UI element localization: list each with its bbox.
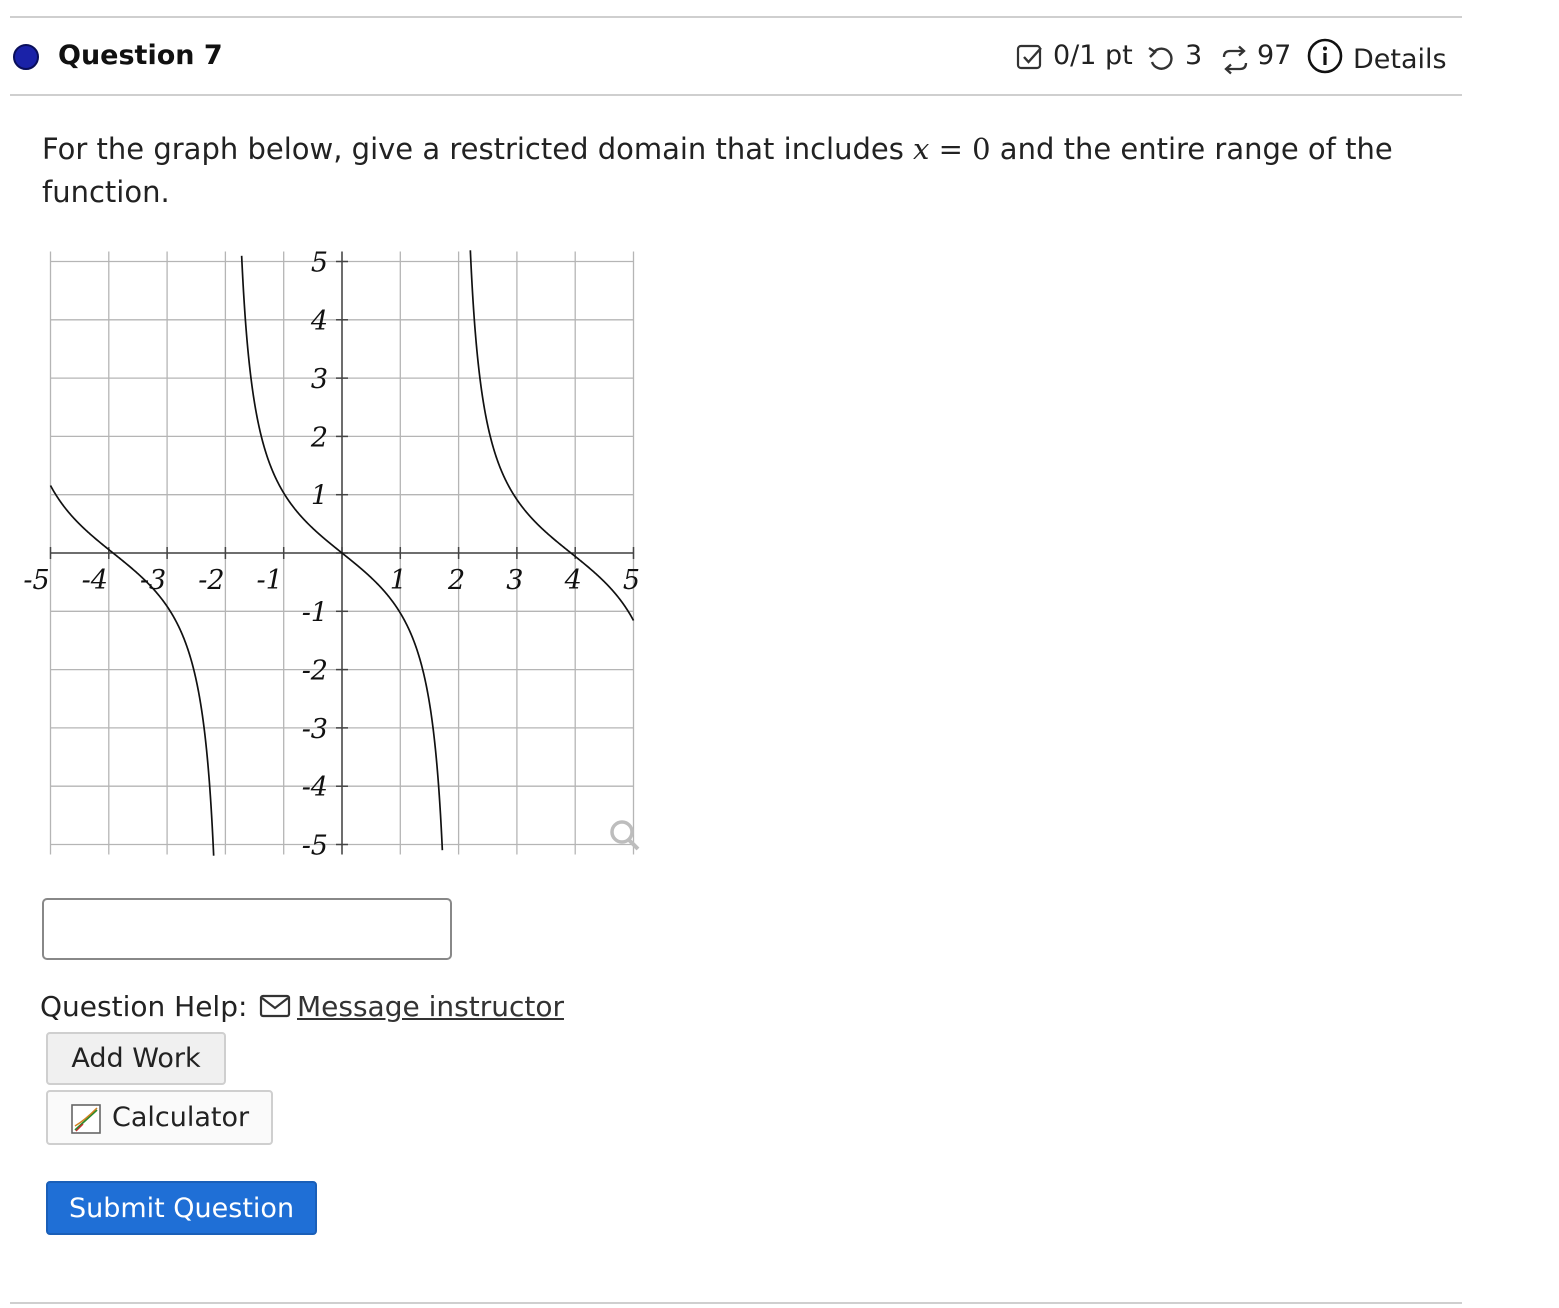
- curve-branch: [469, 250, 635, 621]
- attempts-count: 97: [1257, 40, 1292, 71]
- calculator-graph-icon: [71, 1104, 101, 1134]
- message-instructor-link[interactable]: Message instructor: [297, 990, 564, 1023]
- bottom-divider: [10, 1302, 1462, 1304]
- curve-branch: [49, 485, 215, 856]
- details-link[interactable]: Details: [1353, 44, 1447, 75]
- y-tick-label: 2: [310, 422, 328, 453]
- y-tick-label: 5: [311, 248, 328, 279]
- y-tick-label: 3: [311, 364, 328, 395]
- add-work-button[interactable]: Add Work: [46, 1032, 226, 1085]
- y-tick-label: 4: [310, 306, 328, 337]
- info-icon[interactable]: [1306, 37, 1344, 75]
- mail-icon[interactable]: [259, 994, 293, 1020]
- prompt-math-var: x: [913, 132, 930, 166]
- y-tick-label: -3: [302, 714, 328, 745]
- x-tick-label: -3: [140, 565, 166, 596]
- function-graph: -5 -4 -3 -2 -1 1 2 3 4 5 5 4 3 2 1 -1 -2 -3 -4 -5: [23, 248, 640, 862]
- retry-icon: [1148, 47, 1173, 70]
- x-tick-label: -1: [257, 565, 283, 596]
- x-tick-label: 1: [390, 565, 407, 596]
- question-help-label: Question Help:: [40, 990, 248, 1023]
- y-tick-label: -1: [302, 597, 328, 628]
- x-tick-label: 5: [623, 565, 640, 596]
- calculator-label: Calculator: [112, 1102, 250, 1133]
- x-tick-label: -2: [198, 565, 224, 596]
- attempts-icon: [1222, 45, 1248, 75]
- y-tick-label: 1: [311, 481, 328, 512]
- y-tick-label: -5: [302, 831, 328, 862]
- score-text: 0/1 pt: [1053, 40, 1133, 71]
- calculator-button[interactable]: Calculator: [46, 1090, 273, 1145]
- submit-question-button[interactable]: Submit Question: [46, 1181, 317, 1235]
- y-tick-label: -2: [302, 656, 328, 687]
- prompt-math-eq: = 0: [929, 132, 991, 166]
- x-tick-label: -4: [82, 565, 108, 596]
- retries-count: 3: [1185, 40, 1203, 71]
- y-tick-label: -4: [302, 772, 328, 803]
- x-tick-label: 2: [447, 565, 465, 596]
- x-tick-label: 3: [506, 565, 523, 596]
- answer-input[interactable]: [42, 898, 452, 960]
- checkbox-score-icon: [1016, 44, 1042, 70]
- x-tick-label: 4: [564, 565, 582, 596]
- x-tick-label: -5: [23, 565, 49, 596]
